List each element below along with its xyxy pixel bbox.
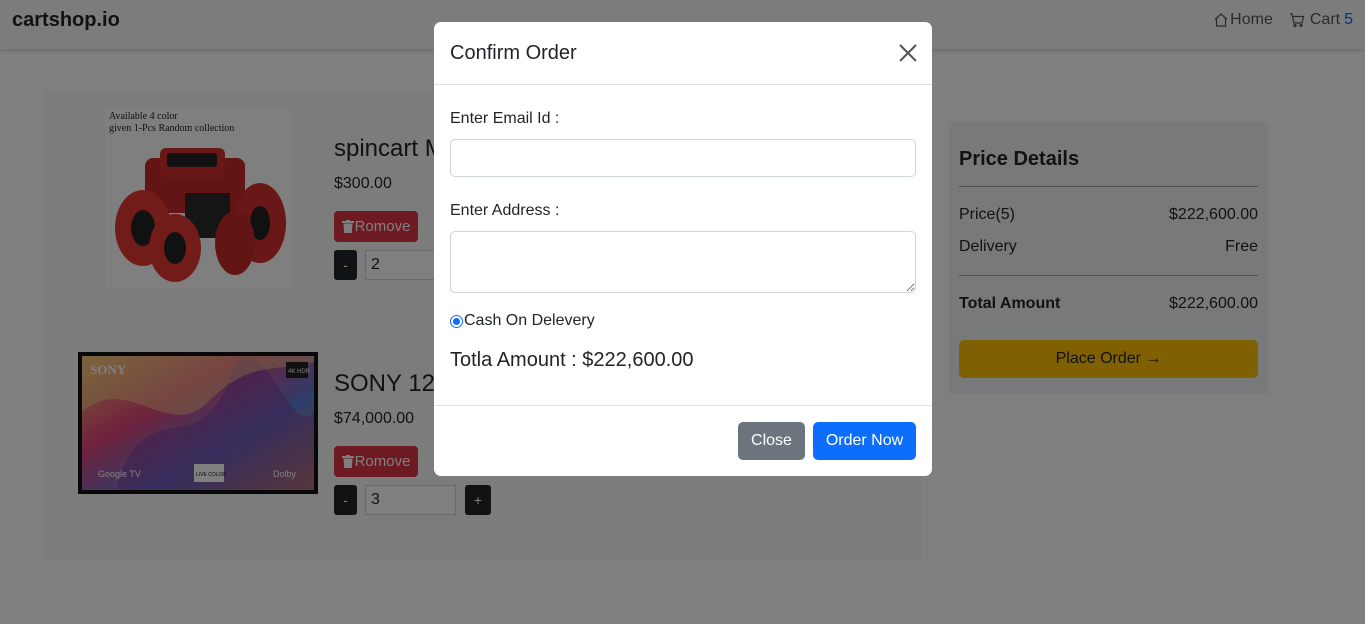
modal-footer: Close Order Now — [434, 405, 932, 476]
address-label: Enter Address : — [450, 202, 560, 219]
modal-title: Confirm Order — [450, 42, 577, 64]
address-field[interactable] — [450, 231, 916, 293]
modal-total-amount: Totla Amount : $222,600.00 — [450, 349, 694, 371]
close-icon[interactable] — [898, 43, 918, 63]
email-label: Enter Email Id : — [450, 110, 560, 127]
confirm-order-modal: Confirm Order Enter Email Id : Enter Add… — [434, 22, 932, 476]
close-button[interactable]: Close — [738, 422, 805, 460]
modal-header: Confirm Order — [434, 22, 932, 85]
order-now-button[interactable]: Order Now — [813, 422, 916, 460]
cod-radio[interactable] — [450, 314, 463, 328]
cod-radio-label: Cash On Delevery — [464, 312, 595, 329]
payment-option[interactable]: Cash On Delevery — [450, 312, 595, 330]
email-field[interactable] — [450, 139, 916, 177]
